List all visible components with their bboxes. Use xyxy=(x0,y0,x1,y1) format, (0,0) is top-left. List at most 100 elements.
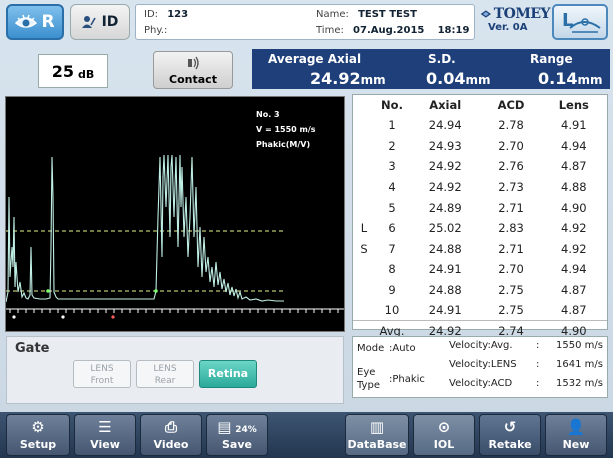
sd-value: 0.04 xyxy=(426,69,466,88)
view-button[interactable]: ☰ View xyxy=(74,414,136,456)
echo-trace xyxy=(5,154,284,303)
row-acd: 2.71 xyxy=(498,241,524,256)
gate-point-1 xyxy=(46,289,50,293)
id-value: 123 xyxy=(167,9,189,20)
eye-type-key-1: Eye xyxy=(357,367,376,378)
row-axial: 24.91 xyxy=(428,303,462,318)
row-lens: 4.87 xyxy=(561,283,587,298)
velocity-avg-label: Velocity:Avg. xyxy=(449,340,513,351)
phy-field: Phy.: xyxy=(144,25,167,36)
mark-header xyxy=(353,95,375,115)
id-key: ID: xyxy=(144,9,159,20)
row-axial: 24.92 xyxy=(428,159,462,174)
save-percent: 24% xyxy=(235,425,257,435)
row-axial: 24.88 xyxy=(428,241,462,256)
table-row[interactable]: L 6 25.02 2.83 4.92 xyxy=(353,218,607,239)
iol-icon: ⊙ xyxy=(437,418,451,436)
brand-logo: TOMEY Ver. 0A xyxy=(480,6,551,40)
phy-key: Phy.: xyxy=(144,25,168,36)
row-mark xyxy=(353,259,375,280)
setup-button[interactable]: ⚙ Setup xyxy=(6,414,70,456)
tomey-logo-icon xyxy=(480,10,491,18)
new-patient-icon: 👤 xyxy=(566,418,586,436)
measurement-grid: No. Axial ACD Lens 1 24.94 2.78 4.91 2 24.93 2… xyxy=(353,95,607,342)
setup-label: Setup xyxy=(19,438,57,451)
col-header-acd: ACD xyxy=(497,98,525,112)
a-scan-waveform[interactable]: No. 3 V = 1550 m/s Phakic(M/V) xyxy=(5,96,345,332)
gate-panel: Gate LENS Front LENS Rear Retina xyxy=(6,336,344,404)
id-field: ID: 123 xyxy=(144,9,188,20)
database-button[interactable]: ▥ DataBase xyxy=(345,414,409,456)
table-row[interactable]: 4 24.92 2.73 4.88 xyxy=(353,177,607,198)
gate-lens-rear-line1: LENS xyxy=(153,364,177,374)
eye-select-button[interactable]: R xyxy=(6,4,64,40)
summary-stats: Average Axial 24.92mm S.D. 0.04mm Range … xyxy=(252,49,610,89)
table-row[interactable]: 8 24.91 2.70 4.94 xyxy=(353,259,607,280)
table-row[interactable]: 1 24.94 2.78 4.91 xyxy=(353,115,607,136)
new-button[interactable]: 👤 New xyxy=(545,414,607,456)
row-acd: 2.70 xyxy=(498,262,524,277)
brand-name: TOMEY xyxy=(493,6,551,22)
row-no: 9 xyxy=(388,283,396,298)
save-button[interactable]: ▤ 24% Save xyxy=(206,414,268,456)
measurement-table: No. Axial ACD Lens 1 24.94 2.78 4.91 2 24.93 2… xyxy=(352,94,608,342)
velocity-readout: V = 1550 m/s xyxy=(256,125,316,134)
save-icon: ▤ xyxy=(217,418,232,436)
row-mark xyxy=(353,280,375,301)
row-lens: 4.87 xyxy=(561,159,587,174)
row-lens: 4.91 xyxy=(561,118,587,133)
gain-display[interactable]: 25 dB xyxy=(38,54,108,88)
gate-title: Gate xyxy=(15,341,50,356)
gate-point-2 xyxy=(154,289,158,293)
table-header-row: No. Axial ACD Lens xyxy=(353,95,607,115)
gate-retina-button[interactable]: Retina xyxy=(199,360,257,388)
row-acd: 2.76 xyxy=(498,159,524,174)
gate-lens-rear-button[interactable]: LENS Rear xyxy=(136,360,194,388)
table-row[interactable]: 3 24.92 2.76 4.87 xyxy=(353,156,607,177)
contact-probe-icon xyxy=(188,56,199,70)
row-acd: 2.83 xyxy=(498,221,524,236)
table-row[interactable]: 10 24.91 2.75 4.87 xyxy=(353,300,607,321)
mode-key: Mode xyxy=(357,343,385,354)
range-value: 0.14 xyxy=(538,69,578,88)
col-header-no: No. xyxy=(381,98,403,112)
id-button[interactable]: ID xyxy=(70,4,130,40)
table-row[interactable]: S 7 24.88 2.71 4.92 xyxy=(353,239,607,260)
gain-value: 25 xyxy=(51,62,74,81)
gate-lens-front-button[interactable]: LENS Front xyxy=(73,360,131,388)
row-axial: 24.92 xyxy=(428,180,462,195)
iol-button[interactable]: ⊙ IOL xyxy=(413,414,475,456)
lens-mode-button[interactable]: L xyxy=(552,4,608,40)
id-button-label: ID xyxy=(101,14,119,30)
gain-unit: dB xyxy=(78,68,95,81)
new-label: New xyxy=(562,438,590,451)
measurement-number: No. 3 xyxy=(256,110,280,119)
row-no: 1 xyxy=(388,118,396,133)
row-acd: 2.75 xyxy=(498,303,524,318)
row-mark xyxy=(353,300,375,321)
gate-lens-front-line1: LENS xyxy=(90,364,114,374)
row-mark xyxy=(353,156,375,177)
contact-label: Contact xyxy=(169,73,217,86)
table-row[interactable]: 9 24.88 2.75 4.87 xyxy=(353,280,607,301)
row-no: 4 xyxy=(388,180,396,195)
mode-value: :Auto xyxy=(389,343,416,354)
retake-button[interactable]: ↺ Retake xyxy=(479,414,541,456)
table-row[interactable]: 5 24.89 2.71 4.90 xyxy=(353,197,607,218)
row-lens: 4.90 xyxy=(561,200,587,215)
velocity-lens-sep: : xyxy=(536,359,540,370)
video-label: Video xyxy=(153,438,189,451)
row-axial: 24.88 xyxy=(428,283,462,298)
eye-label: R xyxy=(41,12,55,32)
marker-retina xyxy=(111,315,115,319)
video-button[interactable]: ⎙ Video xyxy=(140,414,202,456)
velocity-avg-value: 1550 m/s xyxy=(556,340,603,351)
table-row[interactable]: 2 24.93 2.70 4.94 xyxy=(353,136,607,157)
probe-icon xyxy=(569,18,601,33)
time-date: 07.Aug.2015 xyxy=(353,25,425,36)
contact-button[interactable]: Contact xyxy=(153,51,233,89)
row-no: 3 xyxy=(388,159,396,174)
measurement-rows: 1 24.94 2.78 4.91 2 24.93 2.70 4.94 3 24.92 2.76 4.… xyxy=(353,115,607,342)
average-axial-value: 24.92 xyxy=(310,69,361,88)
average-axial-label: Average Axial xyxy=(268,52,362,66)
